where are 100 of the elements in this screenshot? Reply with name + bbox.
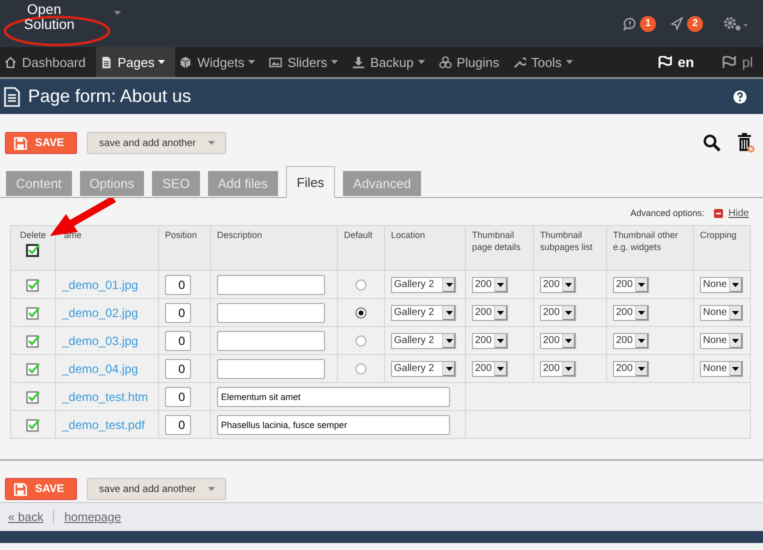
dropdown[interactable]: None <box>700 276 743 293</box>
description-field[interactable] <box>217 274 325 294</box>
caret-icon <box>208 487 215 491</box>
dropdown[interactable]: Gallery 2 <box>391 276 456 293</box>
column-header: ame <box>64 230 82 240</box>
dropdown[interactable]: None <box>700 360 743 377</box>
caret-icon <box>446 282 453 287</box>
caret-icon <box>638 282 646 287</box>
footer-link[interactable]: « back <box>8 510 44 524</box>
dropdown[interactable]: 200 <box>472 276 508 293</box>
position-field[interactable]: 0 <box>165 330 191 350</box>
caret-icon <box>732 366 740 371</box>
nav-item[interactable]: Plugins <box>434 47 510 77</box>
position-field[interactable]: 0 <box>165 386 191 406</box>
dropdown[interactable]: 200 <box>613 304 649 321</box>
dropdown[interactable]: 200 <box>472 304 508 321</box>
checkbox[interactable] <box>26 278 40 292</box>
column-header: Thumbnail other e.g. widgets <box>613 230 678 252</box>
dropdown[interactable]: None <box>700 332 743 349</box>
checkbox[interactable] <box>26 306 40 320</box>
caret-icon[interactable] <box>114 11 121 15</box>
position-field[interactable]: 0 <box>165 358 191 378</box>
dropdown[interactable]: 200 <box>472 360 508 377</box>
dropdown[interactable]: 200 <box>613 360 649 377</box>
caret-icon <box>446 310 453 315</box>
dropdown[interactable]: None <box>700 304 743 321</box>
caret-icon <box>732 310 740 315</box>
nav-item[interactable]: Backup <box>348 47 435 77</box>
advanced-options-label: Advanced options: <box>630 208 704 218</box>
caret-icon <box>565 366 572 371</box>
dropdown[interactable]: 200 <box>540 304 576 321</box>
checkbox[interactable] <box>26 242 40 256</box>
description-field[interactable]: Elementum sit amet <box>217 386 450 406</box>
caret-icon <box>638 366 646 371</box>
cube-icon <box>179 56 192 68</box>
page-icon <box>100 56 113 68</box>
language-link[interactable]: en <box>648 47 712 77</box>
column-header: Cropping <box>700 230 737 240</box>
caret-icon <box>565 282 572 287</box>
description-field[interactable]: Phasellus lacinia, fusce semper <box>217 414 450 434</box>
position-field[interactable]: 0 <box>165 414 191 434</box>
caret-icon <box>565 338 572 343</box>
trash-icon[interactable] <box>737 133 755 153</box>
tab[interactable]: Files <box>286 166 336 198</box>
save-and-add-button[interactable]: save and add another <box>87 132 226 154</box>
description-field[interactable] <box>217 358 325 378</box>
caret-icon <box>208 141 215 145</box>
column-header: Thumbnail subpages list <box>540 230 593 252</box>
speech-bubble-icon[interactable] <box>623 16 637 30</box>
logo-text: Open Solution <box>24 2 75 32</box>
checkbox[interactable] <box>26 334 40 348</box>
download-icon <box>352 56 366 68</box>
nav-item[interactable]: Sliders <box>265 47 348 77</box>
flag-icon <box>722 56 736 68</box>
dropdown[interactable]: Gallery 2 <box>391 304 456 321</box>
minus-icon <box>714 208 724 218</box>
caret-icon <box>497 338 504 343</box>
position-field[interactable]: 0 <box>165 302 191 322</box>
dropdown[interactable]: 200 <box>613 332 649 349</box>
radio-button[interactable] <box>355 307 367 320</box>
flag-icon <box>658 56 672 68</box>
save-and-add-button[interactable]: save and add another <box>87 478 226 500</box>
description-field[interactable] <box>217 330 325 350</box>
settings-icon[interactable] <box>723 16 749 32</box>
nav-item[interactable]: Tools <box>509 47 583 77</box>
help-icon[interactable] <box>733 90 747 104</box>
page-icon <box>4 86 20 106</box>
wrench-icon <box>513 56 526 68</box>
dropdown[interactable]: 200 <box>613 276 649 293</box>
home-icon <box>4 56 17 68</box>
dropdown[interactable]: 200 <box>472 332 508 349</box>
checkbox[interactable] <box>26 418 40 432</box>
column-header: Default <box>344 230 373 240</box>
dropdown[interactable]: Gallery 2 <box>391 332 456 349</box>
dropdown[interactable]: Gallery 2 <box>391 360 456 377</box>
floppy-icon <box>14 136 27 150</box>
position-field[interactable]: 0 <box>165 274 191 294</box>
nav-item[interactable]: Dashboard <box>0 47 96 77</box>
dropdown[interactable]: 200 <box>540 360 576 377</box>
search-icon[interactable] <box>703 134 721 152</box>
nav-item[interactable]: Widgets <box>175 47 266 77</box>
column-header: Delete <box>20 230 46 240</box>
nav-item[interactable]: Pages <box>96 47 176 77</box>
notification-count: 2 <box>687 16 703 32</box>
hide-link[interactable]: Hide <box>728 208 749 218</box>
caret-icon <box>732 338 740 343</box>
footer-link[interactable]: homepage <box>64 510 122 524</box>
checkbox[interactable] <box>26 362 40 376</box>
radio-button[interactable] <box>355 363 367 376</box>
plugins-icon <box>438 56 452 68</box>
language-link[interactable]: pl <box>712 47 763 77</box>
checkbox[interactable] <box>26 390 40 404</box>
column-header: Thumbnail page details <box>472 230 521 252</box>
radio-button[interactable] <box>355 279 367 292</box>
dropdown[interactable]: 200 <box>540 332 576 349</box>
image-icon <box>269 56 282 68</box>
caret-icon <box>497 282 504 287</box>
dropdown[interactable]: 200 <box>540 276 576 293</box>
radio-button[interactable] <box>355 335 367 348</box>
description-field[interactable] <box>217 302 325 322</box>
